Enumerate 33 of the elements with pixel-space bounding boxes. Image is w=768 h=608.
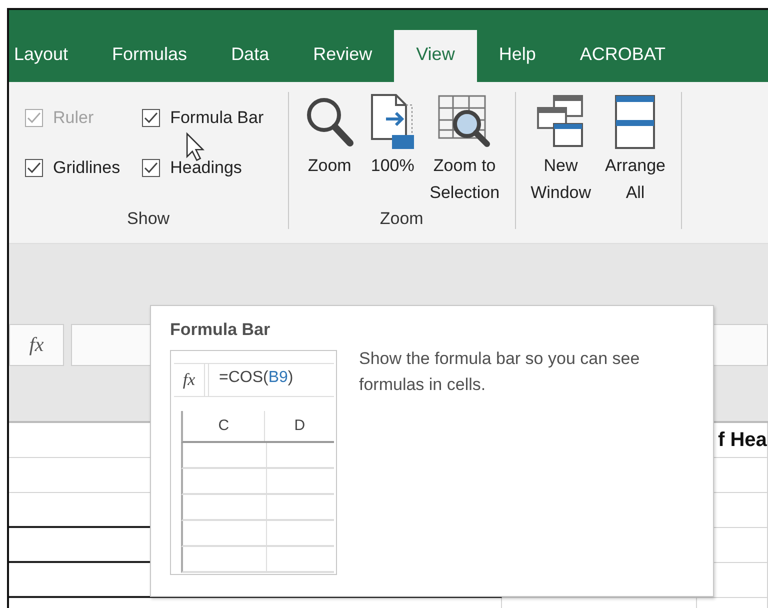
ribbon-button[interactable]: New Window [524,92,598,229]
ribbon-button[interactable]: Arrange All [598,92,673,229]
checkbox[interactable]: Gridlines [25,158,120,178]
checkbox[interactable]: Formula Bar [142,108,264,128]
checkbox[interactable]: Headings [142,158,264,178]
ribbon-button[interactable]: Zoom [296,92,363,209]
tooltip-description: Show the formula bar so you can see formulas in cells. [359,348,641,396]
cursor-icon [185,132,205,162]
ribbon-tab[interactable]: Formulas [90,30,210,82]
ribbon-tab[interactable]: View [394,30,477,82]
windows-icon [536,94,586,150]
stacked-windows-icon [614,94,656,150]
group-label: Show [127,209,170,229]
page-arrow-icon [370,93,416,151]
column-header: C [183,411,266,441]
checkmark-icon [144,162,158,174]
ribbon-button[interactable]: 100% [362,92,423,209]
checkmark-icon [27,112,41,124]
ribbon-tab[interactable]: ACROBAT [558,30,688,82]
ribbon-button[interactable]: Zoom to Selection [422,92,507,209]
sheet-magnifier-icon [436,94,493,150]
column-header: D [293,416,306,436]
tooltip-title: Formula Bar [170,320,272,340]
ribbon-tab[interactable]: Data [209,30,292,82]
insert-function-button[interactable]: fx [9,324,64,366]
function-label: fx [174,364,205,396]
group-label: Zoom [380,209,424,229]
ribbon-tab[interactable]: Review [291,30,394,82]
ribbon-tab[interactable]: Help [476,30,558,82]
checkmark-icon [144,112,158,124]
formula-text: =COS(B9) [208,364,334,396]
checkmark-icon [27,162,41,174]
ribbon-tab[interactable]: Layout [9,30,90,82]
